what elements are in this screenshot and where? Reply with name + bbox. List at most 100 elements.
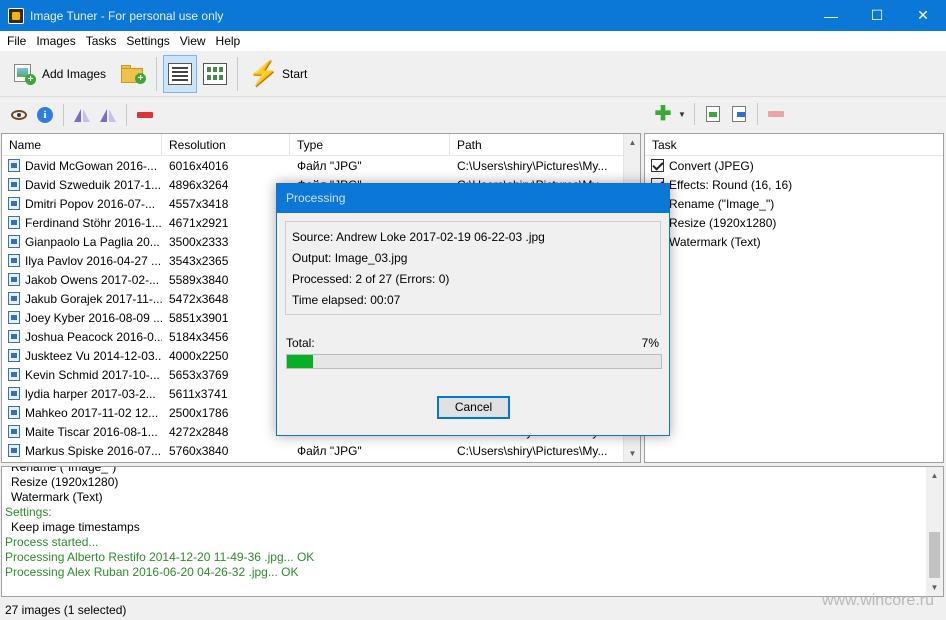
lightning-icon: ⚡ bbox=[248, 59, 278, 87]
add-images-button[interactable]: + Add Images bbox=[8, 55, 110, 93]
progress-bar bbox=[286, 354, 662, 369]
log-line: Processing Alex Ruban 2016-06-20 04-26-3… bbox=[5, 565, 299, 579]
menu-file[interactable]: File bbox=[2, 34, 31, 48]
resolution-cell: 5472x3648 bbox=[169, 291, 229, 306]
menu-settings[interactable]: Settings bbox=[121, 34, 174, 48]
scroll-up-icon[interactable]: ▲ bbox=[624, 134, 640, 151]
elapsed-time-text: Time elapsed: 00:07 bbox=[292, 293, 401, 307]
image-file-icon bbox=[8, 216, 20, 229]
image-file-icon bbox=[8, 349, 20, 362]
scroll-thumb[interactable] bbox=[929, 532, 940, 578]
title-bar: Image Tuner - For personal use only — ☐ … bbox=[0, 0, 946, 31]
remove-task-button[interactable] bbox=[763, 102, 789, 126]
image-file-icon bbox=[8, 444, 20, 457]
export-task-button[interactable] bbox=[726, 102, 752, 126]
task-item[interactable]: Rename ("Image_") bbox=[645, 194, 943, 213]
scroll-up-icon[interactable]: ▲ bbox=[926, 467, 943, 484]
file-name: Ilya Pavlov 2016-04-27 ... bbox=[25, 253, 162, 268]
import-task-button[interactable] bbox=[700, 102, 726, 126]
start-button[interactable]: ⚡ Start bbox=[244, 55, 311, 93]
thumbnail-view-button[interactable] bbox=[199, 55, 231, 93]
column-header-resolution[interactable]: Resolution bbox=[162, 134, 290, 156]
file-name-cell: David McGowan 2016-... bbox=[2, 159, 162, 173]
image-toolbar: i ✚ ▼ bbox=[0, 98, 946, 131]
flip-vertical-button[interactable] bbox=[95, 103, 121, 127]
menu-bar: File Images Tasks Settings View Help bbox=[0, 31, 946, 51]
window-controls: — ☐ ✕ bbox=[808, 0, 946, 31]
task-item[interactable]: Convert (JPEG) bbox=[645, 156, 943, 175]
file-name-cell: Markus Spiske 2016-07... bbox=[2, 444, 162, 458]
resolution-cell: 4272x2848 bbox=[169, 424, 229, 439]
add-task-button[interactable]: ✚ bbox=[650, 102, 676, 126]
task-item[interactable]: Watermark (Text) bbox=[645, 232, 943, 251]
scroll-down-icon[interactable]: ▼ bbox=[624, 445, 640, 462]
task-label: Effects: Round (16, 16) bbox=[669, 177, 793, 192]
column-header-type[interactable]: Type bbox=[290, 134, 450, 156]
task-checkbox[interactable] bbox=[651, 159, 664, 172]
task-label: Resize (1920x1280) bbox=[669, 215, 777, 230]
menu-images[interactable]: Images bbox=[31, 34, 80, 48]
source-file-text: Source: Andrew Loke 2017-02-19 06-22-03 … bbox=[292, 230, 545, 244]
file-name-cell: Gianpaolo La Paglia 20... bbox=[2, 235, 162, 249]
close-button[interactable]: ✕ bbox=[900, 0, 946, 31]
preview-button[interactable] bbox=[6, 103, 32, 127]
type-cell: Файл "JPG" bbox=[297, 158, 362, 173]
toolbar-separator bbox=[63, 103, 64, 126]
column-header-path[interactable]: Path bbox=[450, 134, 624, 156]
image-file-icon bbox=[8, 159, 20, 172]
info-icon: i bbox=[37, 106, 53, 123]
file-name-cell: Juskteez Vu 2014-12-03... bbox=[2, 349, 162, 363]
processed-count-text: Processed: 2 of 27 (Errors: 0) bbox=[292, 272, 450, 286]
file-name: Ferdinand Stöhr 2016-1... bbox=[25, 215, 162, 230]
file-name: Jakub Gorajek 2017-11-... bbox=[25, 291, 162, 306]
task-item[interactable]: Effects: Round (16, 16) bbox=[645, 175, 943, 194]
menu-tasks[interactable]: Tasks bbox=[81, 34, 122, 48]
maximize-button[interactable]: ☐ bbox=[854, 0, 900, 31]
minimize-button[interactable]: — bbox=[808, 0, 854, 31]
processing-info-box: Source: Andrew Loke 2017-02-19 06-22-03 … bbox=[285, 221, 661, 315]
image-file-icon bbox=[8, 330, 20, 343]
remove-image-button[interactable] bbox=[132, 103, 158, 127]
chevron-down-icon[interactable]: ▼ bbox=[678, 110, 686, 119]
task-item[interactable]: Resize (1920x1280) bbox=[645, 213, 943, 232]
log-scrollbar[interactable]: ▲ ▼ bbox=[926, 467, 943, 596]
info-button[interactable]: i bbox=[32, 103, 58, 127]
resolution-cell: 5611x3741 bbox=[169, 386, 228, 401]
total-label: Total: bbox=[286, 336, 315, 350]
resolution-cell: 2500x1786 bbox=[169, 405, 229, 420]
toolbar-separator bbox=[126, 103, 127, 126]
file-name-cell: lydia harper 2017-03-2... bbox=[2, 387, 162, 401]
toolbar-separator bbox=[693, 103, 695, 125]
log-line: Rename ("Image_") bbox=[11, 466, 117, 474]
resolution-cell: 4671x2921 bbox=[169, 215, 229, 230]
progress-fill bbox=[287, 355, 314, 368]
menu-help[interactable]: Help bbox=[211, 34, 246, 48]
flip-vertical-icon bbox=[99, 107, 117, 123]
menu-view[interactable]: View bbox=[175, 34, 211, 48]
log-line: Keep image timestamps bbox=[11, 520, 140, 534]
file-name-cell: Mahkeo 2017-11-02 12... bbox=[2, 406, 162, 420]
toolbar-separator bbox=[756, 103, 758, 125]
column-header-task[interactable]: Task bbox=[645, 134, 943, 156]
file-name-cell: Jakob Owens 2017-02-... bbox=[2, 273, 162, 287]
cancel-button[interactable]: Cancel bbox=[437, 396, 510, 419]
column-header-name[interactable]: Name bbox=[2, 134, 162, 156]
table-row[interactable]: Markus Spiske 2016-07... 5760x3840 Файл "J… bbox=[2, 441, 640, 460]
export-icon bbox=[731, 106, 746, 122]
app-icon bbox=[8, 7, 24, 24]
table-row[interactable]: David McGowan 2016-... 6016x4016 Файл "JPG… bbox=[2, 156, 640, 175]
log-panel: Rename ("Image_") Resize (1920x1280) Water… bbox=[1, 466, 944, 597]
file-name-cell: David Szweduik 2017-1... bbox=[2, 178, 162, 192]
add-images-label: Add Images bbox=[42, 66, 107, 81]
flip-horizontal-button[interactable] bbox=[69, 103, 95, 127]
file-name-cell: Jakub Gorajek 2017-11-... bbox=[2, 292, 162, 306]
file-name: Joshua Peacock 2016-0... bbox=[25, 329, 162, 344]
resolution-cell: 3543x2365 bbox=[169, 253, 229, 268]
resolution-cell: 4896x3264 bbox=[169, 177, 229, 192]
remove-icon bbox=[137, 111, 153, 118]
add-folder-button[interactable]: + bbox=[116, 55, 150, 93]
list-view-button[interactable] bbox=[163, 54, 198, 93]
image-file-icon bbox=[8, 406, 20, 419]
window-title: Image Tuner - For personal use only bbox=[30, 8, 224, 23]
task-label: Convert (JPEG) bbox=[669, 158, 754, 173]
